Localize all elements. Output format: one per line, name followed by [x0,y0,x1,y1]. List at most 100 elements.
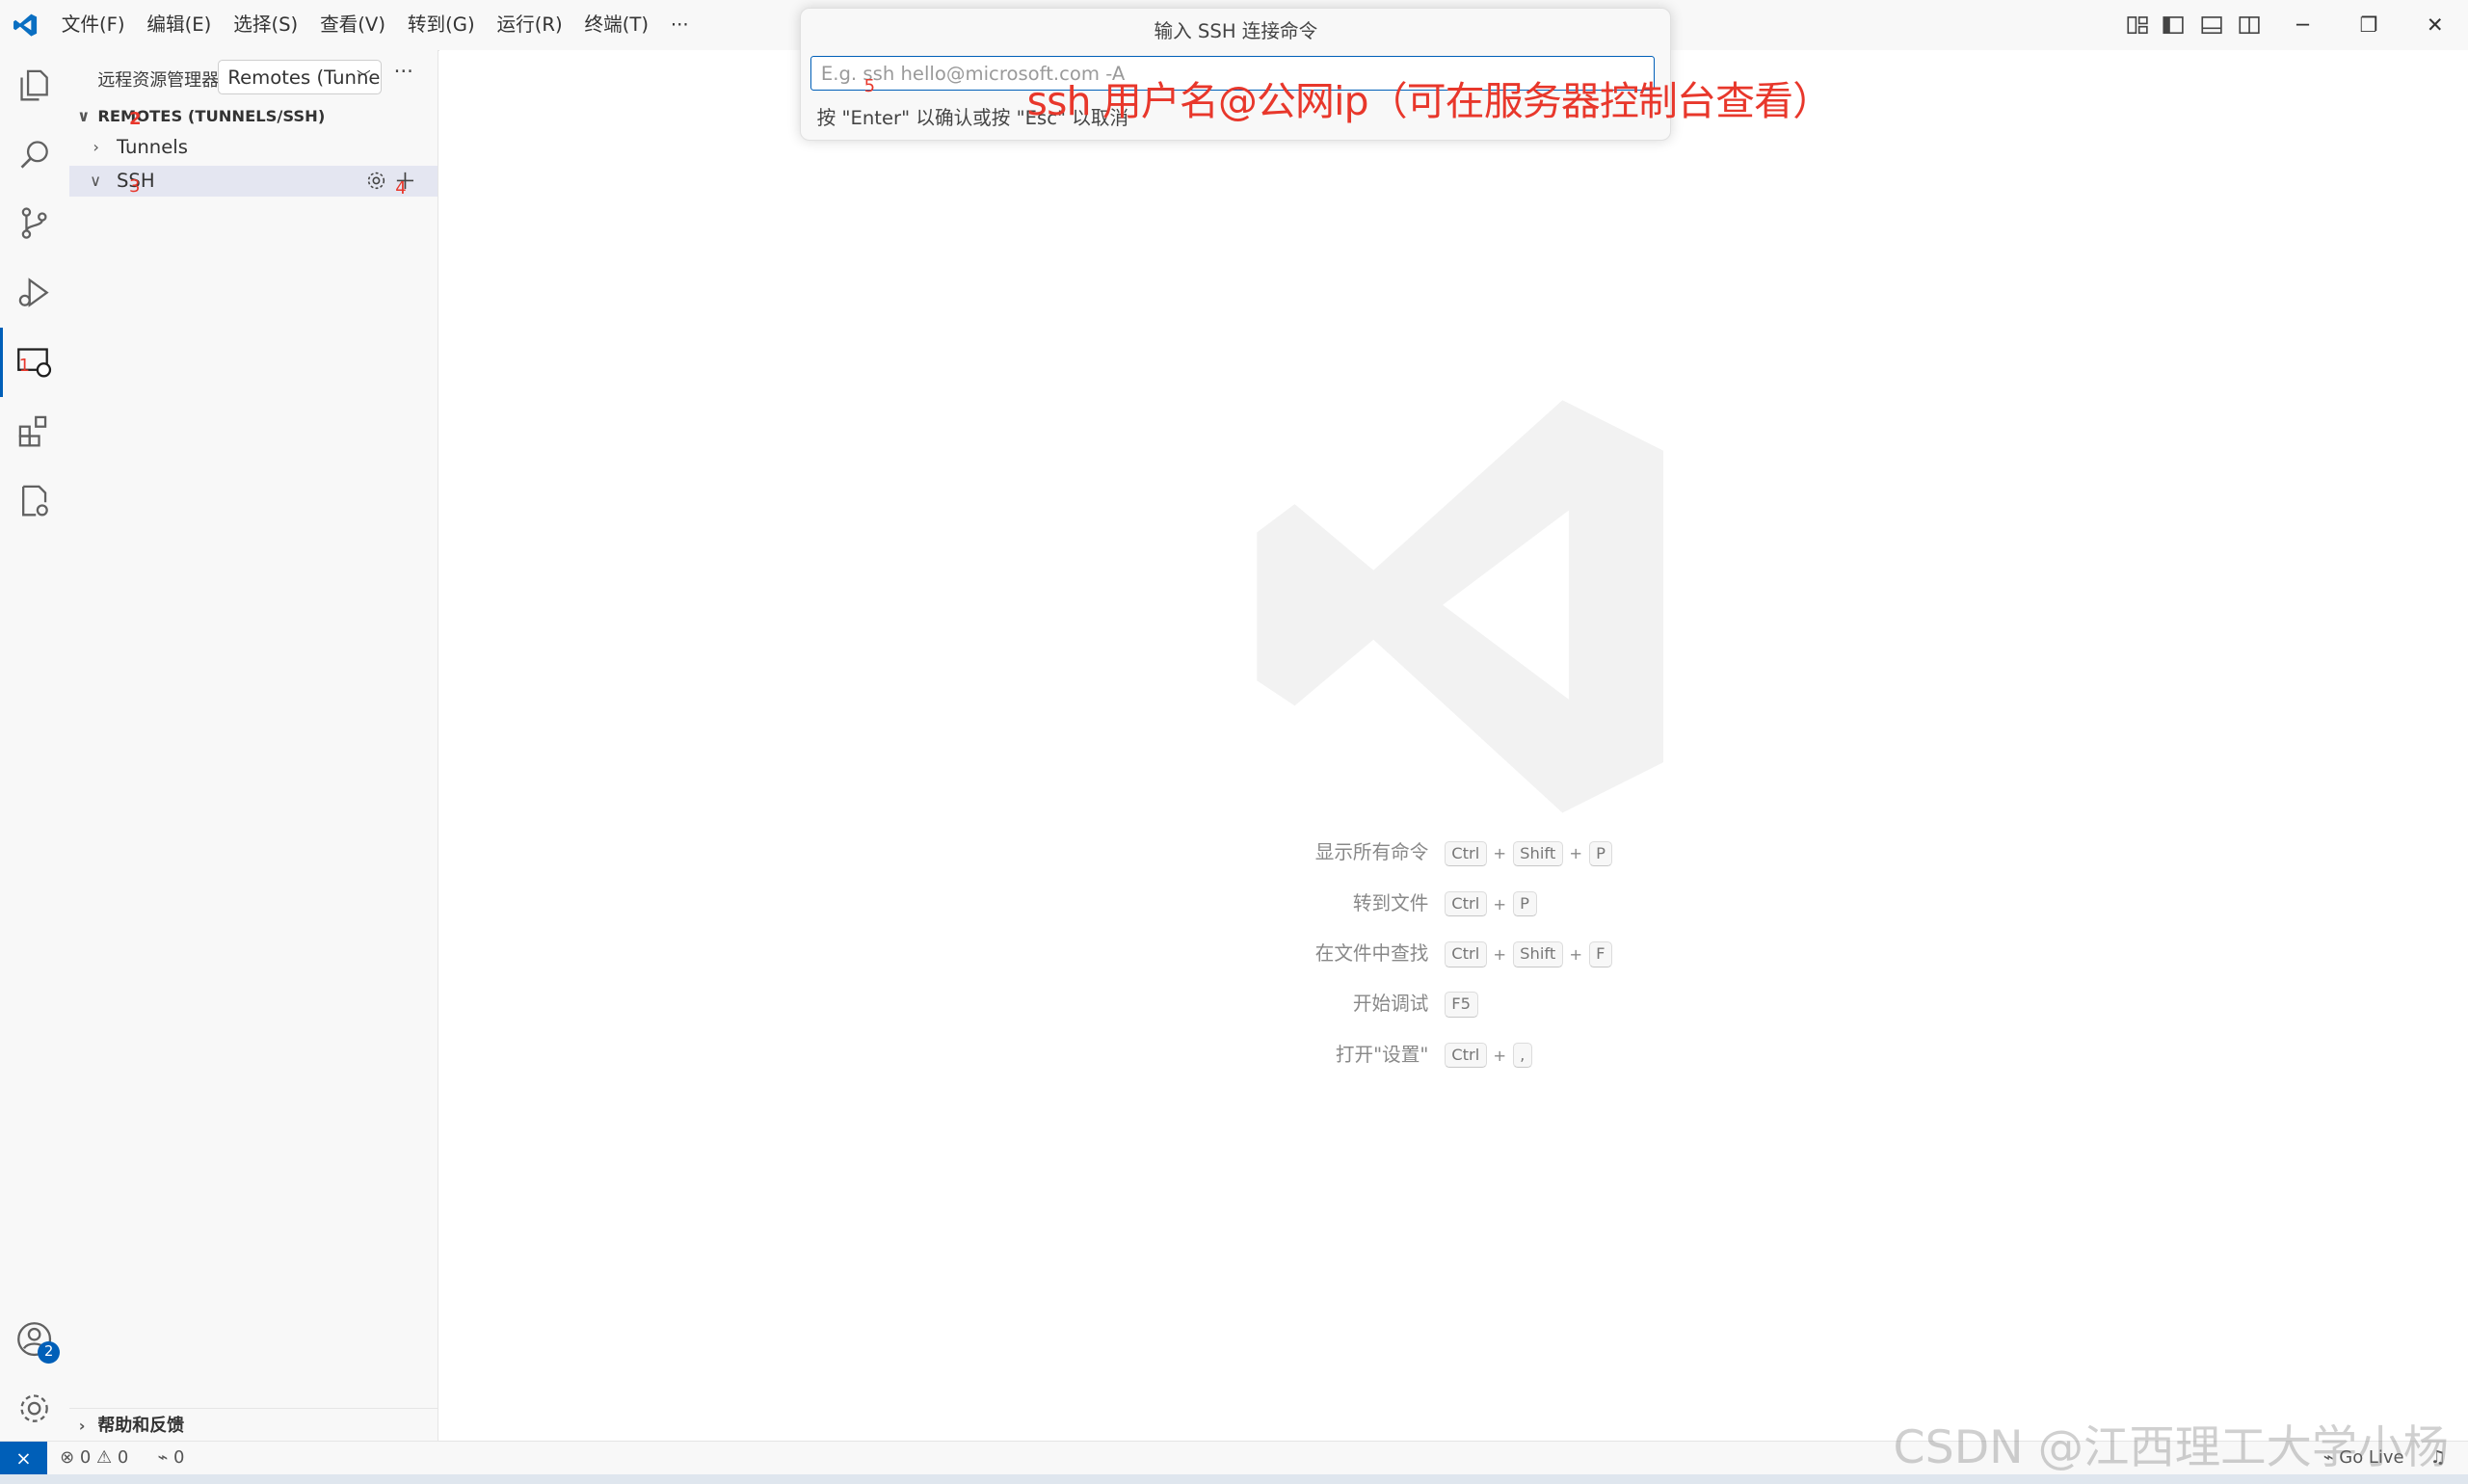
shortcut-row: 开始调试 F5 [439,989,2468,1020]
menu-item[interactable]: 文件(F) [50,0,136,50]
tree-item-label: Tunnels [116,136,188,159]
source-control-icon [22,207,47,240]
chevron-right-icon: › [93,138,99,157]
more-actions-button[interactable]: ··· [394,60,413,84]
keyboard-key: , [1512,1042,1532,1069]
broadcast-icon: ⌁ [157,1447,169,1469]
toggle-secondary-sidebar-icon[interactable] [2237,13,2262,38]
menu-item[interactable]: 编辑(E) [136,0,223,50]
shortcut-row: 转到文件 Ctrl + P [439,888,2468,920]
minimize-button[interactable]: ─ [2269,0,2336,50]
extensions-icon [19,415,47,447]
error-icon: ⊗ [60,1447,75,1469]
ports-status[interactable]: ⌁ 0 [157,1442,184,1474]
toggle-primary-sidebar-icon[interactable] [2161,13,2186,38]
warning-count: 0 [117,1447,129,1469]
shortcut-row: 显示所有命令 Ctrl + Shift + P [439,837,2468,869]
keyboard-key: F5 [1444,992,1478,1018]
gear-icon[interactable] [365,170,387,192]
shortcut-label: 在文件中查找 [1314,942,1429,966]
run-debug-button[interactable] [0,258,69,328]
annotation-number-1: 1 [18,356,31,377]
menu-item[interactable]: 转到(G) [396,0,486,50]
keyboard-key: Ctrl [1444,890,1487,917]
remote-explorer-sidebar: 远程资源管理器 Remotes (Tunnels/SSH) ﹀ ··· ∨ RE… [68,50,439,1444]
key-separator: + [1493,844,1507,863]
chevron-down-icon: ∨ [77,106,91,125]
keyboard-key: Shift [1512,840,1563,867]
shortcut-row: 在文件中查找 Ctrl + Shift + F [439,939,2468,970]
shortcut-label: 开始调试 [1352,993,1429,1016]
shortcut-keys: Ctrl + P [1444,888,1537,920]
menu-item[interactable]: 终端(T) [573,0,659,50]
run-debug-icon [19,278,49,308]
remote-settings-button[interactable] [0,466,69,536]
keyboard-key: Ctrl [1444,840,1487,867]
vscode-logo-icon [13,13,38,37]
shortcut-keys: Ctrl + Shift + F [1444,939,1612,970]
menu-item[interactable]: 运行(R) [486,0,573,50]
shortcut-keys: Ctrl + Shift + P [1444,837,1613,869]
annotation-number-2: 2 [129,108,142,129]
close-button[interactable]: ✕ [2402,0,2468,50]
accounts-button[interactable]: 2 [0,1304,69,1373]
keyboard-key: Ctrl [1444,941,1487,967]
remote-icon: ⨯ [15,1447,32,1471]
manage-button[interactable] [0,1373,69,1443]
annotation-number-5: 5 [863,76,876,97]
annotation-number-4: 4 [395,177,407,199]
chevron-down-icon: ∨ [90,171,102,190]
quick-input-title: 输入 SSH 连接命令 [1154,19,1318,42]
menu-item[interactable]: 查看(V) [309,0,397,50]
vscode-watermark-logo-icon [1257,400,1663,813]
chevron-right-icon: › [78,1417,86,1436]
help-feedback-section[interactable]: › 帮助和反馈 [68,1408,438,1444]
restore-button[interactable]: ❐ [2336,0,2402,50]
editor-area: 显示所有命令 Ctrl + Shift + P 转到文件 Ctrl + P 在文件中查找 Ctrl + S… [438,50,2468,1442]
shortcut-keys: F5 [1444,989,1478,1020]
search-icon [20,140,49,169]
keyboard-key: P [1512,890,1537,917]
menu-item[interactable]: 选择(S) [223,0,309,50]
key-separator: + [1493,944,1507,964]
customize-layout-icon[interactable] [2125,13,2150,38]
menu-bar: 文件(F) 编辑(E) 选择(S) 查看(V) 转到(G) 运行(R) 终端(T) ··· [50,0,700,50]
extensions-button[interactable] [0,397,69,466]
explorer-button[interactable] [0,50,69,119]
gear-icon [20,1393,49,1422]
key-separator: + [1569,844,1582,863]
remote-explorer-button[interactable]: 1 [0,327,69,397]
shortcut-label: 显示所有命令 [1314,841,1429,864]
accounts-badge: 2 [38,1341,61,1365]
source-control-button[interactable] [0,189,69,258]
shortcut-row: 打开"设置" Ctrl +, [439,1040,2468,1072]
chevron-down-icon: ﹀ [357,69,371,87]
toggle-panel-icon[interactable] [2199,13,2224,38]
annotation-number-3: 3 [129,176,141,198]
keyboard-key: P [1588,840,1613,867]
help-section-label: 帮助和反馈 [97,1416,185,1437]
remote-type-select[interactable]: Remotes (Tunnels/SSH) ﹀ [217,60,382,95]
shortcut-keys: Ctrl +, [1444,1040,1532,1072]
vscode-window: 文件(F) 编辑(E) 选择(S) 查看(V) 转到(G) 运行(R) 终端(T) ··· ─… [0,0,2468,1484]
tree-item-ssh[interactable]: ∨ SSH 3 4 [68,165,438,199]
keyboard-key: F [1588,941,1612,967]
keyboard-key: Shift [1512,941,1563,967]
menu-item[interactable]: ··· [659,0,700,50]
shortcut-label: 转到文件 [1352,891,1429,914]
keyboard-key: Ctrl [1444,1042,1487,1069]
error-count: 0 [79,1447,92,1469]
shortcut-label: 打开"设置" [1335,1043,1429,1066]
csdn-watermark: CSDN @江西理工大学小杨 [1893,1420,2450,1474]
key-separator: + [1493,894,1507,914]
tree-item-tunnels[interactable]: › Tunnels [69,132,438,164]
sidebar-title: 远程资源管理器 [97,69,220,91]
remote-indicator-button[interactable]: ⨯ [0,1442,48,1475]
problems-status[interactable]: ⊗ 0 ⚠ 0 [60,1442,128,1474]
files-icon [20,69,49,101]
annotation-ssh-hint: ssh 用户名@公网ip（可在服务器控制台查看） [1026,77,1832,124]
activity-bar: 1 2 [0,50,70,1443]
remotes-section-header[interactable]: ∨ REMOTES (TUNNELS/SSH) 2 [69,101,438,133]
search-button[interactable] [0,119,69,189]
ports-count: 0 [172,1447,185,1469]
